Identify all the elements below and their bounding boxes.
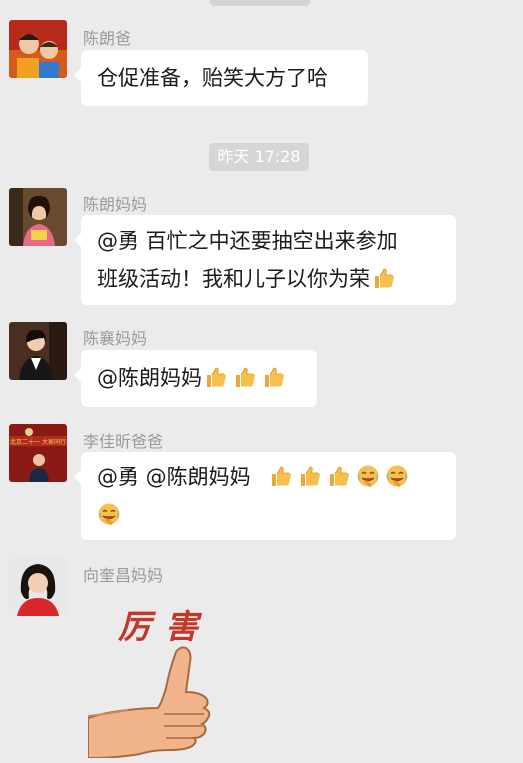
thumbs-up-emoji-icon (327, 464, 351, 488)
sender-name: 陈襄妈妈 (83, 329, 148, 348)
message-text: 仓促准备，贻笑大方了哈 (97, 66, 328, 90)
message-text: @陈朗妈妈 (97, 366, 202, 390)
thumbs-up-emoji-icon (269, 464, 293, 488)
avatar[interactable] (9, 558, 67, 616)
thumbs-up-emoji-icon (298, 464, 322, 488)
avatar[interactable] (9, 322, 67, 380)
avatar[interactable] (9, 188, 67, 246)
message-text-line: 班级活动！我和儿子以你为荣 (97, 260, 440, 298)
thumbs-up-emoji-icon (204, 365, 228, 389)
sender-name: 陈朗爸 (83, 29, 132, 48)
tears-of-joy-emoji-icon (385, 464, 409, 488)
message-text-line: @勇 @陈朗妈妈 (97, 458, 440, 496)
message-text-line (97, 496, 440, 534)
avatar[interactable]: 北京二十一 大家同行 (9, 424, 67, 482)
sender-name: 向奎昌妈妈 (83, 566, 164, 585)
thumbs-up-emoji-icon (262, 365, 286, 389)
sender-name: 陈朗妈妈 (83, 195, 148, 214)
thumbs-up-emoji-icon (372, 266, 396, 290)
previous-message-stub (210, 0, 310, 6)
tears-of-joy-emoji-icon (97, 502, 121, 526)
message-bubble[interactable]: @陈朗妈妈 (74, 350, 317, 407)
sticker-text: 厉害 (118, 607, 212, 646)
message-bubble[interactable]: @勇 @陈朗妈妈 (74, 452, 456, 540)
message-text: @勇 @陈朗妈妈 (97, 465, 251, 489)
thumbs-up-emoji-icon (233, 365, 257, 389)
banner-text: 北京二十一 大家同行 (10, 438, 66, 446)
sender-name: 李佳昕爸爸 (83, 432, 164, 451)
tears-of-joy-emoji-icon (356, 464, 380, 488)
timestamp-pill: 昨天 17:28 (209, 143, 309, 171)
message-bubble[interactable]: @勇 百忙之中还要抽空出来参加 班级活动！我和儿子以你为荣 (74, 215, 456, 305)
avatar[interactable] (9, 20, 67, 78)
thumbs-up-sticker-icon (88, 646, 211, 758)
thumbs-up-sticker[interactable]: 厉害 (88, 598, 238, 758)
message-text-line: @勇 百忙之中还要抽空出来参加 (97, 229, 398, 253)
message-bubble[interactable]: 仓促准备，贻笑大方了哈 (74, 50, 368, 106)
